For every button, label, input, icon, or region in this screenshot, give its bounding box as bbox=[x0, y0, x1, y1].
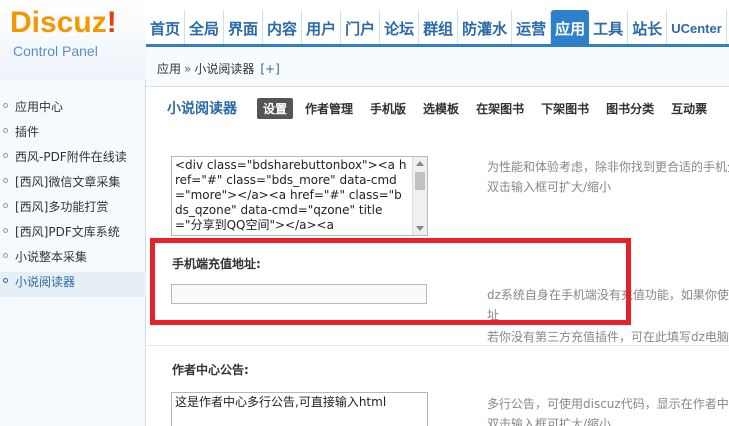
nav-home[interactable]: 首页 bbox=[146, 10, 186, 46]
sidebar-item-app-center[interactable]: 应用中心 bbox=[0, 97, 146, 122]
sidebar-item-label: 小说阅读器 bbox=[15, 275, 76, 289]
nav-users[interactable]: 用户 bbox=[302, 10, 342, 46]
breadcrumb-current: 小说阅读器 bbox=[194, 62, 255, 76]
bullet-icon bbox=[3, 228, 8, 233]
sidebar-list: 应用中心 插件 西风-PDF附件在线读 [西风]微信文章采集 [西风]多功能打赏… bbox=[0, 97, 146, 297]
bullet-icon bbox=[3, 128, 8, 133]
tab-books-on-shelf[interactable]: 在架图书 bbox=[476, 100, 524, 117]
textarea-scrollbar[interactable] bbox=[412, 157, 427, 235]
breadcrumb-root[interactable]: 应用 bbox=[157, 62, 181, 76]
sidebar: 应用中心 插件 西风-PDF附件在线读 [西风]微信文章采集 [西风]多功能打赏… bbox=[0, 80, 146, 426]
sidebar-item-label: [西风]多功能打赏 bbox=[15, 200, 109, 214]
nav-interface[interactable]: 界面 bbox=[224, 10, 264, 46]
sidebar-item-pdf-reader[interactable]: 西风-PDF附件在线读 bbox=[0, 147, 146, 172]
logo: Discuz! bbox=[10, 6, 117, 40]
tab-settings[interactable]: 设置 bbox=[257, 97, 294, 119]
scroll-thumb[interactable] bbox=[415, 172, 425, 190]
share-code-tip: 为性能和体验考虑，除非你找到更合适的手机分 bbox=[487, 160, 729, 174]
nav-content[interactable]: 内容 bbox=[263, 10, 303, 46]
sidebar-item-novel-reader[interactable]: 小说阅读器 bbox=[0, 272, 146, 297]
nav-groups[interactable]: 群组 bbox=[419, 10, 459, 46]
sidebar-item-wechat-collect[interactable]: [西风]微信文章采集 bbox=[0, 172, 146, 197]
tab-mobile[interactable]: 手机版 bbox=[370, 100, 406, 117]
share-code-value: <div class="bdsharebuttonbox"><a href="#… bbox=[175, 158, 407, 232]
plugin-tabs: 小说阅读器 设置 作者管理 手机版 选模板 在架图书 下架图书 图书分类 互动票 bbox=[146, 87, 729, 129]
sidebar-item-reward[interactable]: [西风]多功能打赏 bbox=[0, 197, 146, 222]
breadcrumb-bar: 应用» 小说阅读器 [+] bbox=[146, 47, 729, 87]
nav-ucenter[interactable]: UCenter bbox=[667, 10, 727, 46]
nav-tools[interactable]: 工具 bbox=[589, 10, 629, 46]
tab-author-manage[interactable]: 作者管理 bbox=[305, 100, 353, 117]
logo-area: Discuz! Control Panel bbox=[0, 0, 146, 80]
sidebar-item-pdf-library[interactable]: [西风]PDF文库系统 bbox=[0, 222, 146, 247]
sidebar-item-plugins[interactable]: 插件 bbox=[0, 122, 146, 147]
breadcrumb: 应用» 小说阅读器 [+] bbox=[157, 60, 280, 77]
recharge-tip-2: 若你没有第三方充值插件，可在此填写dz电脑端 bbox=[487, 330, 729, 344]
scroll-up-icon[interactable] bbox=[416, 161, 424, 166]
bullet-icon bbox=[3, 103, 8, 108]
sidebar-item-label: 西风-PDF附件在线读 bbox=[15, 150, 127, 164]
nav-antispam[interactable]: 防灌水 bbox=[458, 10, 513, 46]
section-divider bbox=[146, 345, 729, 346]
author-notice-label: 作者中心公告: bbox=[172, 363, 249, 377]
sidebar-item-label: 插件 bbox=[15, 125, 40, 139]
bullet-icon bbox=[3, 278, 8, 283]
sidebar-item-label: [西风]微信文章采集 bbox=[15, 175, 121, 189]
highlight-annotation bbox=[150, 238, 631, 325]
sidebar-item-label: 小说整本采集 bbox=[15, 250, 88, 264]
author-notice-tip-resize: 双击输入框可扩大/缩小 bbox=[487, 417, 612, 426]
breadcrumb-separator: » bbox=[184, 62, 192, 76]
nav-portal[interactable]: 门户 bbox=[341, 10, 381, 46]
tab-template[interactable]: 选模板 bbox=[423, 100, 459, 117]
logo-bang: ! bbox=[106, 6, 117, 39]
bullet-icon bbox=[3, 253, 8, 258]
bullet-icon bbox=[3, 178, 8, 183]
logo-text: Discuz bbox=[10, 6, 107, 39]
nav-operation[interactable]: 运营 bbox=[512, 10, 552, 46]
author-notice-textarea[interactable]: 这是作者中心多行公告,可直接输入html bbox=[171, 392, 428, 426]
plugin-title: 小说阅读器 bbox=[167, 101, 237, 117]
nav-forum[interactable]: 论坛 bbox=[380, 10, 420, 46]
nav-global[interactable]: 全局 bbox=[185, 10, 225, 46]
sidebar-item-label: [西风]PDF文库系统 bbox=[15, 225, 120, 239]
add-shortcut-button[interactable]: [+] bbox=[260, 62, 279, 76]
share-code-textarea[interactable]: <div class="bdsharebuttonbox"><a href="#… bbox=[171, 156, 428, 236]
bullet-icon bbox=[3, 153, 8, 158]
nav-apps[interactable]: 应用 bbox=[551, 10, 590, 46]
logo-subtitle: Control Panel bbox=[13, 43, 98, 59]
tab-votes[interactable]: 互动票 bbox=[671, 100, 707, 117]
tab-book-category[interactable]: 图书分类 bbox=[606, 100, 654, 117]
nav-webmaster[interactable]: 站长 bbox=[628, 10, 668, 46]
bullet-icon bbox=[3, 203, 8, 208]
sidebar-item-label: 应用中心 bbox=[15, 100, 64, 114]
share-code-tip-resize: 双击输入框可扩大/缩小 bbox=[487, 180, 612, 194]
sidebar-item-novel-collect[interactable]: 小说整本采集 bbox=[0, 247, 146, 272]
author-notice-tip: 多行公告，可使用discuz代码，显示在作者中心 bbox=[487, 397, 729, 411]
top-navigation: 首页 全局 界面 内容 用户 门户 论坛 群组 防灌水 运营 应用 工具 站长 … bbox=[146, 10, 727, 46]
tab-books-off-shelf[interactable]: 下架图书 bbox=[541, 100, 589, 117]
scroll-down-icon[interactable] bbox=[416, 226, 424, 231]
